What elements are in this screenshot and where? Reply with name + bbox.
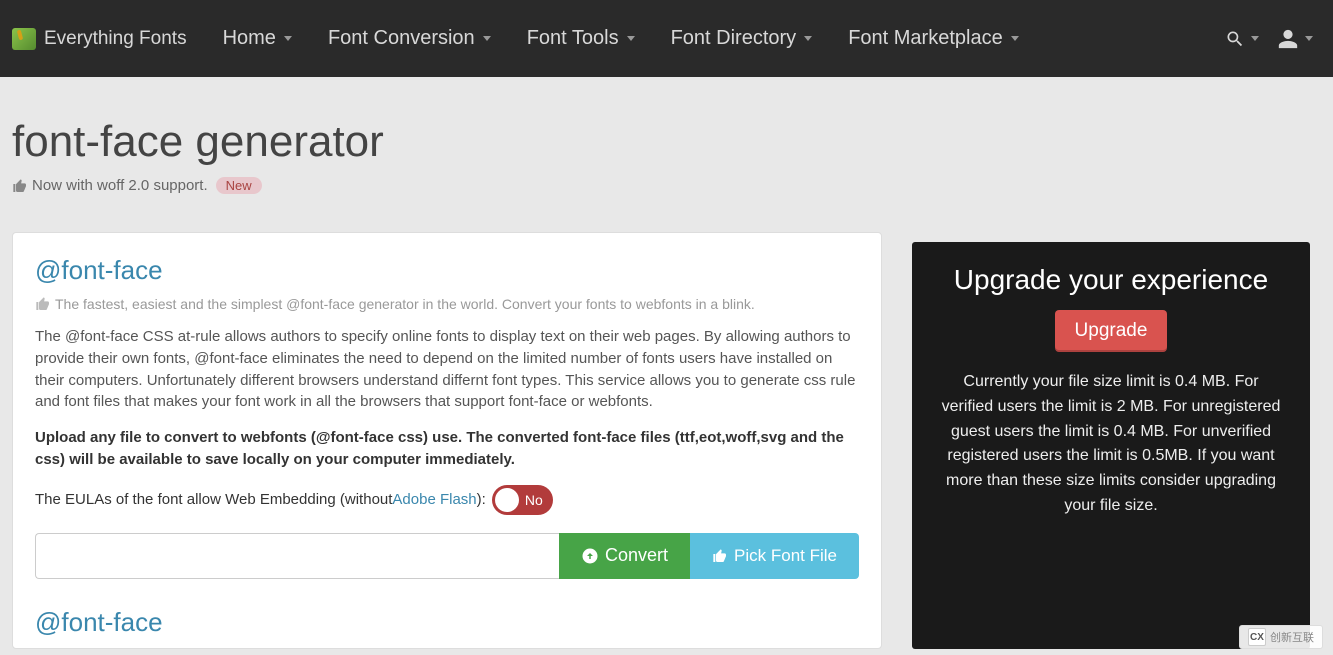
eula-toggle[interactable]: No [492, 485, 553, 515]
page-title: font-face generator [12, 117, 1321, 167]
hero-subtitle-text: Now with woff 2.0 support. [32, 177, 208, 194]
upgrade-text: Currently your file size limit is 0.4 MB… [936, 370, 1286, 519]
nav-font-conversion[interactable]: Font Conversion [310, 0, 509, 77]
upgrade-card: Upgrade your experience Upgrade Currentl… [912, 242, 1310, 649]
section2-heading: @font-face [35, 607, 859, 638]
nav-font-tools[interactable]: Font Tools [509, 0, 653, 77]
tagline-text: The fastest, easiest and the simplest @f… [55, 296, 755, 312]
main-card: @font-face The fastest, easiest and the … [12, 232, 882, 649]
toggle-label: No [525, 492, 543, 508]
eula-line: The EULAs of the font allow Web Embeddin… [35, 485, 859, 515]
nav-home[interactable]: Home [205, 0, 310, 77]
thumbs-up-icon [35, 296, 51, 312]
toggle-knob [495, 488, 519, 512]
input-row: Convert Pick Font File [35, 533, 859, 579]
nav-left: Everything Fonts Home Font Conversion Fo… [12, 0, 1037, 77]
hero-subtitle: Now with woff 2.0 support. New [12, 177, 1321, 194]
hero: font-face generator Now with woff 2.0 su… [0, 77, 1333, 222]
file-path-input[interactable] [35, 533, 559, 579]
watermark: CX 创新互联 [1239, 625, 1323, 649]
new-badge: New [216, 177, 262, 194]
nav-font-directory[interactable]: Font Directory [653, 0, 831, 77]
search-dropdown[interactable] [1225, 28, 1259, 50]
top-navbar: Everything Fonts Home Font Conversion Fo… [0, 0, 1333, 77]
convert-button[interactable]: Convert [559, 533, 690, 579]
pick-label: Pick Font File [734, 546, 837, 566]
brand-text: Everything Fonts [44, 28, 187, 50]
eula-prefix: The EULAs of the font allow Web Embeddin… [35, 491, 392, 508]
pick-font-button[interactable]: Pick Font File [690, 533, 859, 579]
brand-icon [12, 28, 36, 50]
nav-font-marketplace[interactable]: Font Marketplace [830, 0, 1037, 77]
description-paragraph: The @font-face CSS at-rule allows author… [35, 326, 859, 413]
upload-icon [581, 547, 599, 565]
upgrade-title: Upgrade your experience [936, 264, 1286, 296]
tagline: The fastest, easiest and the simplest @f… [35, 296, 859, 312]
content-row: @font-face The fastest, easiest and the … [0, 222, 1333, 649]
section-heading: @font-face [35, 255, 859, 286]
eula-suffix: ): [477, 491, 486, 508]
nav-right [1225, 27, 1321, 51]
convert-label: Convert [605, 545, 668, 566]
adobe-flash-link[interactable]: Adobe Flash [392, 491, 476, 508]
upload-instruction: Upload any file to convert to webfonts (… [35, 427, 859, 471]
watermark-text: 创新互联 [1270, 629, 1314, 645]
upgrade-button[interactable]: Upgrade [1055, 310, 1168, 352]
pointer-icon [712, 548, 728, 564]
user-icon [1277, 27, 1301, 51]
user-dropdown[interactable] [1277, 27, 1313, 51]
search-icon [1225, 28, 1247, 50]
thumbs-up-icon [12, 178, 28, 194]
watermark-logo: CX [1248, 628, 1266, 646]
brand[interactable]: Everything Fonts [12, 28, 205, 50]
